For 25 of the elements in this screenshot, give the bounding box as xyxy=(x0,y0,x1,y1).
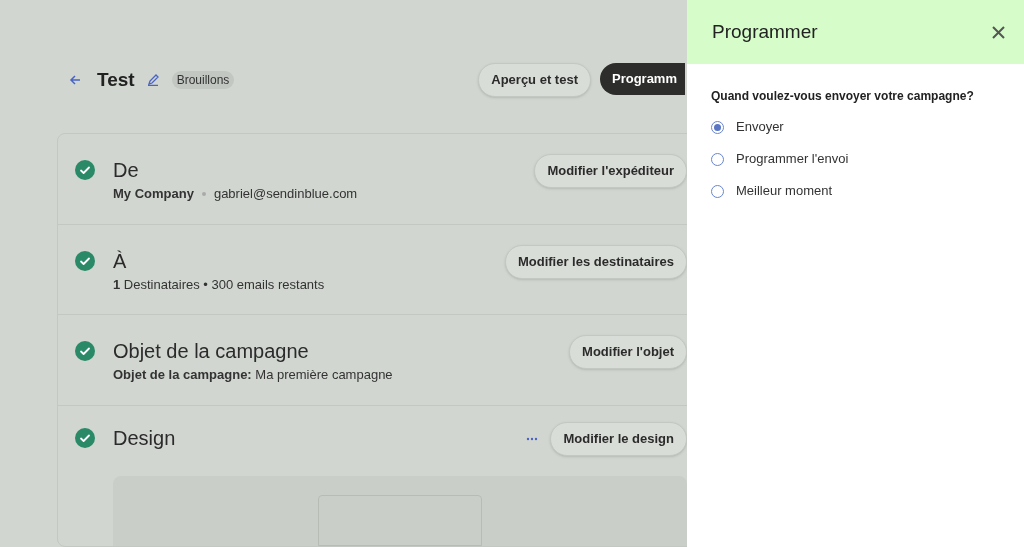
more-icon[interactable] xyxy=(526,436,539,441)
section-title: Design xyxy=(113,425,176,451)
campaign-title: Test xyxy=(97,67,135,92)
question-label: Quand voulez-vous envoyer votre campagne? xyxy=(711,88,975,105)
radio-option[interactable]: Envoyer xyxy=(711,117,1000,137)
edit-button[interactable]: Modifier l'expéditeur xyxy=(534,154,687,188)
edit-button[interactable]: Modifier les destinataires xyxy=(504,244,687,279)
schedule-button[interactable]: Programm xyxy=(599,63,685,95)
panel-title: Programmer xyxy=(712,19,818,44)
radio-option[interactable]: Programmer l'envoi xyxy=(711,149,1000,169)
preview-button[interactable]: Aperçu et test xyxy=(478,63,591,97)
sender-name: My Company xyxy=(113,185,194,203)
back-arrow-icon[interactable] xyxy=(69,74,81,86)
edit-button[interactable]: Modifier le design xyxy=(550,421,687,456)
section-title: Objet de la campagne xyxy=(113,339,309,364)
section-title: De xyxy=(113,158,139,183)
edit-button[interactable]: Modifier l'objet xyxy=(569,335,687,369)
radio-option[interactable]: Meilleur moment xyxy=(711,181,1000,201)
section-title: À xyxy=(113,248,127,274)
section-detail: Objet de la campagne: Ma première campagne xyxy=(113,366,394,384)
sender-email: gabriel@sendinblue.com xyxy=(213,185,358,203)
status-badge: Brouillons xyxy=(171,71,235,89)
close-icon[interactable] xyxy=(992,25,1005,39)
pencil-icon[interactable] xyxy=(146,74,159,86)
section-detail: 1 Destinataires • 300 emails restants xyxy=(113,275,326,294)
